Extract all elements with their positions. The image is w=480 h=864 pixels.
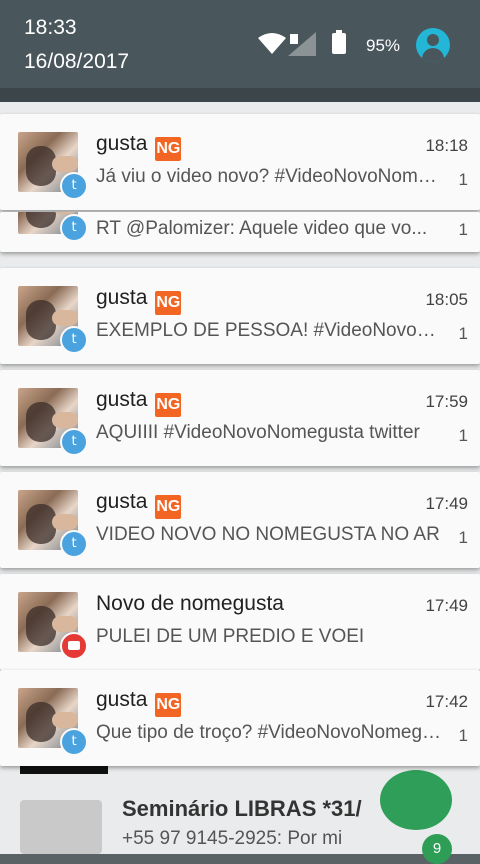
notification-title: Novo de nomegusta <box>96 592 284 615</box>
notification-message: VIDEO NOVO NO NOMEGUSTA NO AR <box>96 524 440 545</box>
notification-time: 17:59 <box>425 392 468 411</box>
notification-count: 1 <box>458 170 468 189</box>
notification-message: Que tipo de troço? #VideoNovoNomegusta <box>96 722 446 743</box>
new-chat-fab[interactable] <box>380 770 452 830</box>
unread-badge: 9 <box>422 834 452 864</box>
notification-time: 17:49 <box>425 596 468 615</box>
user-account-icon[interactable] <box>416 28 450 62</box>
twitter-icon: t <box>60 172 88 200</box>
youtube-icon <box>60 632 88 660</box>
notification-time: 17:49 <box>425 494 468 513</box>
twitter-icon: t <box>60 428 88 456</box>
notification-time: 18:18 <box>425 136 468 155</box>
notification-count: 1 <box>458 528 468 547</box>
notification-count: 1 <box>458 426 468 445</box>
twitter-icon: t <box>60 728 88 756</box>
background-chat-avatar <box>20 800 102 854</box>
ng-logo-icon: NG <box>155 137 182 161</box>
notification-message: PULEI DE UM PREDIO E VOEI <box>96 626 365 647</box>
notification-count: 1 <box>458 220 468 239</box>
clock: 18:33 <box>24 16 77 39</box>
notification-title: gusta NG <box>96 132 182 161</box>
notification-time: 17:42 <box>425 692 468 711</box>
notification-title: gusta NG <box>96 490 182 519</box>
battery-percent: 95% <box>366 36 401 55</box>
twitter-icon: t <box>60 326 88 354</box>
notification-card[interactable]: t gusta NG 17:49 VIDEO NOVO NO NOMEGUSTA … <box>0 472 480 568</box>
notification-card[interactable]: t RT @Palomizer: Aquele video que vo... … <box>0 212 480 252</box>
twitter-icon: t <box>60 214 88 242</box>
background-chat-preview: +55 97 9145-2925: Por mi <box>122 828 343 849</box>
date: 16/08/2017 <box>24 50 130 73</box>
ng-logo-icon: NG <box>155 693 182 717</box>
notification-card[interactable]: t gusta NG 17:59 AQUIIII #VideoNovoNomegu… <box>0 370 480 466</box>
notification-message: RT @Palomizer: Aquele video que vo... <box>96 218 428 239</box>
notification-card[interactable]: t gusta NG 18:18 Já viu o video novo? #Vi… <box>0 114 480 210</box>
signal-icon[interactable] <box>288 32 316 56</box>
notification-card[interactable]: Novo de nomegusta 17:49 PULEI DE UM PRED… <box>0 574 480 670</box>
notification-title: gusta NG <box>96 388 182 417</box>
twitter-icon: t <box>60 530 88 558</box>
ng-logo-icon: NG <box>155 291 182 315</box>
battery-icon <box>332 30 346 54</box>
notification-message: Já viu o video novo? #VideoNovoNomegusta <box>96 166 446 187</box>
wifi-icon[interactable] <box>258 32 286 54</box>
ng-logo-icon: NG <box>155 495 182 519</box>
notification-message: AQUIIII #VideoNovoNomegusta twitter <box>96 422 420 443</box>
background-chat-name: Seminário LIBRAS *31/ <box>122 796 362 821</box>
notification-count: 1 <box>458 324 468 343</box>
header-shadow <box>0 88 480 102</box>
notification-message: EXEMPLO DE PESSOA! #VideoNovoNomegusta <box>96 320 446 341</box>
notification-title: gusta NG <box>96 688 182 717</box>
notification-time: 18:05 <box>425 290 468 309</box>
notification-title: gusta NG <box>96 286 182 315</box>
notification-count: 1 <box>458 726 468 745</box>
notification-card[interactable]: t gusta NG 17:42 Que tipo de troço? #Vide… <box>0 670 480 766</box>
notification-shade-header: 18:33 16/08/2017 95% <box>0 0 480 90</box>
ng-logo-icon: NG <box>155 393 182 417</box>
notification-card[interactable]: t gusta NG 18:05 EXEMPLO DE PESSOA! #Vide… <box>0 268 480 364</box>
